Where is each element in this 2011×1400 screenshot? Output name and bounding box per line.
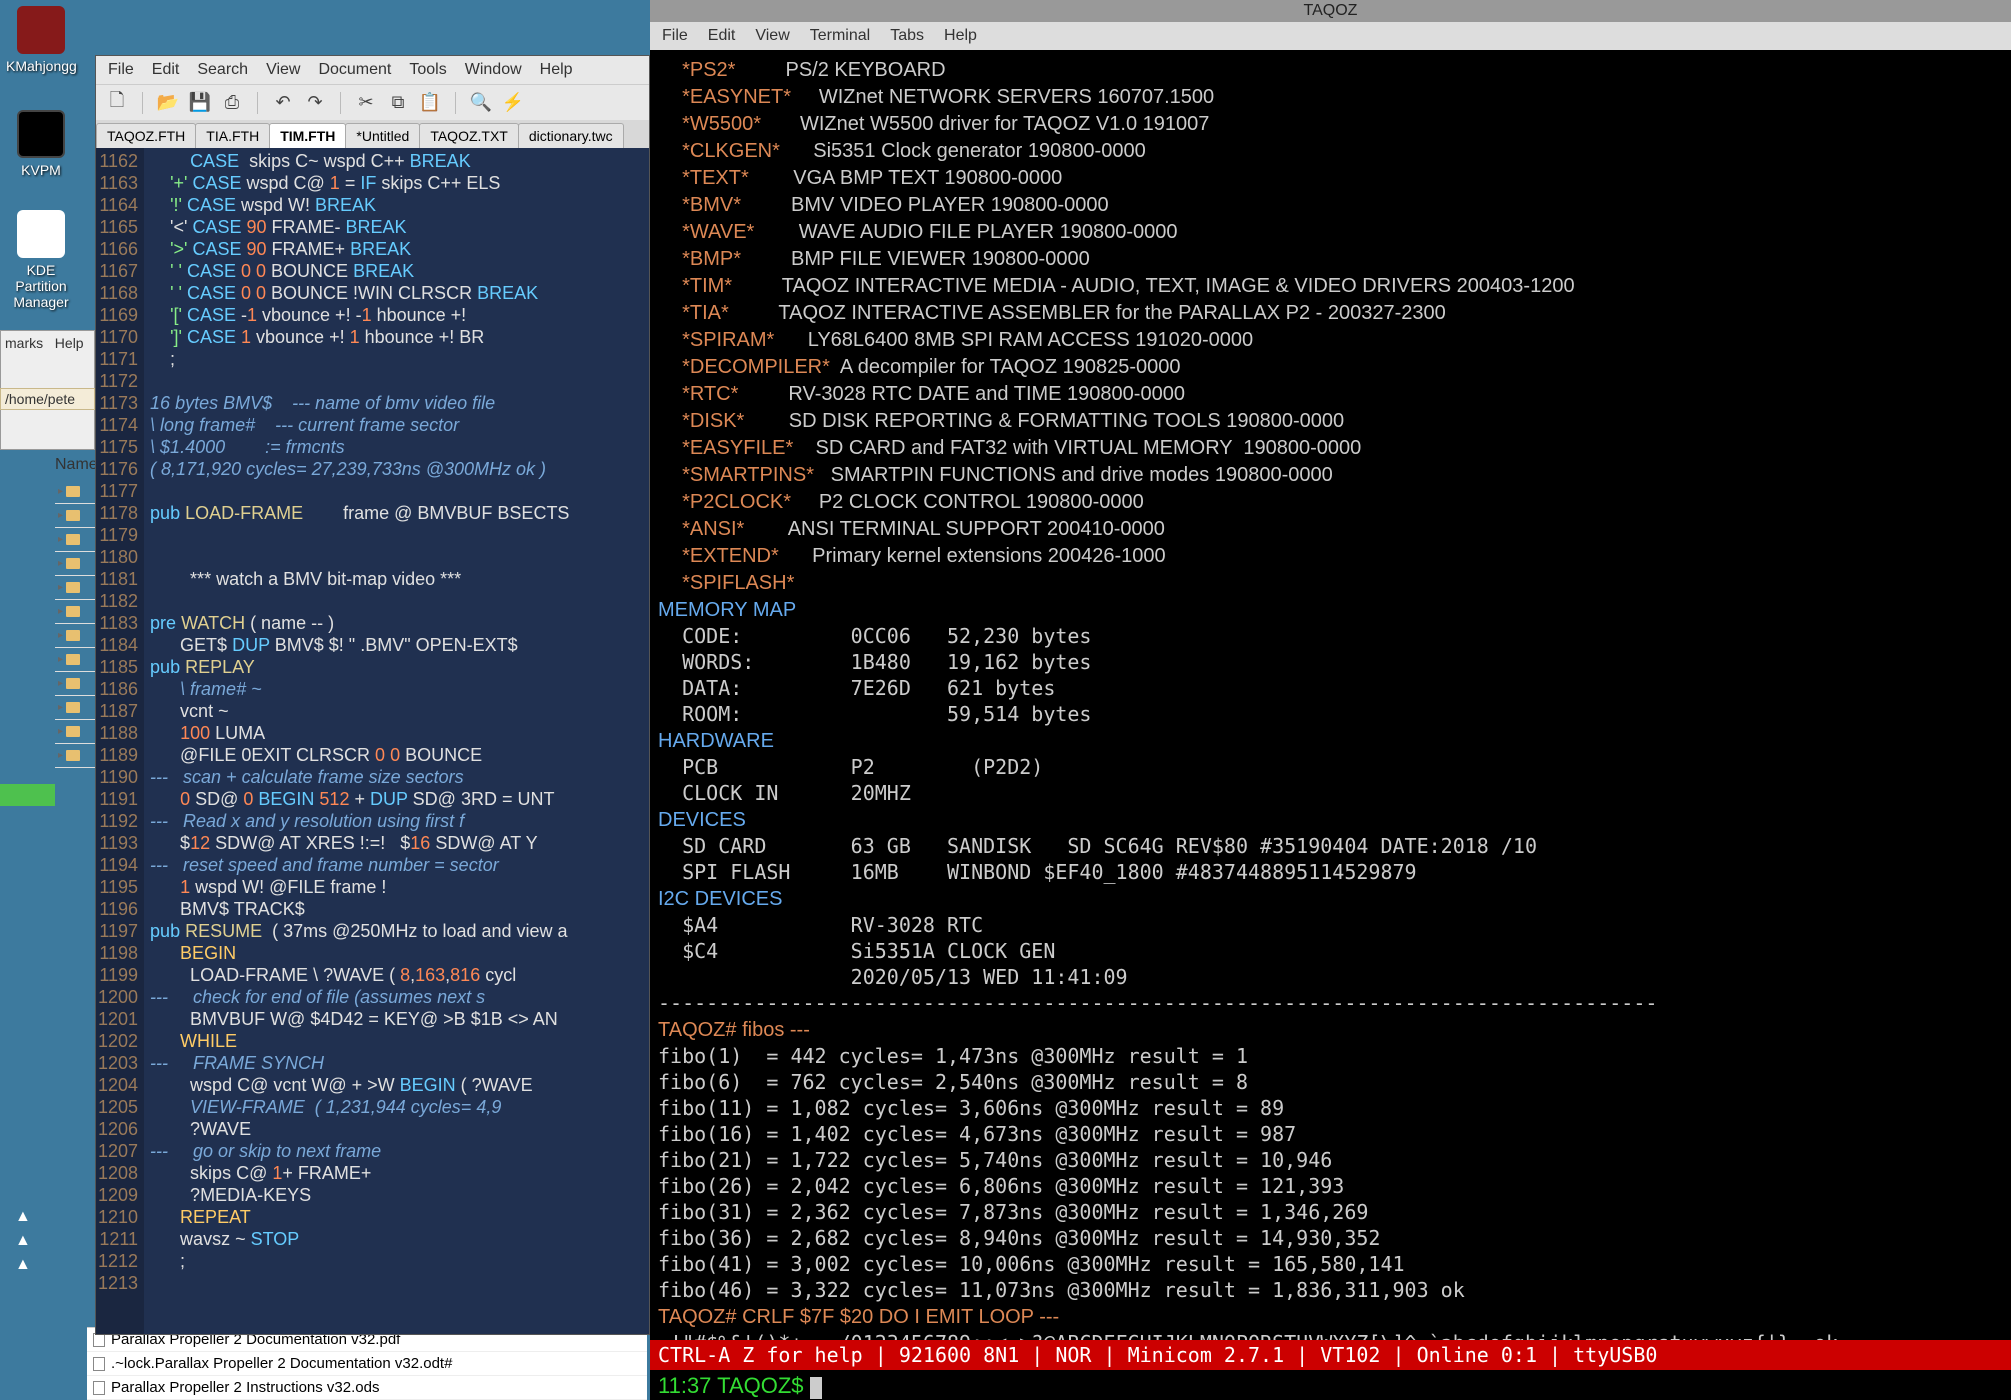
breadcrumb[interactable]: /home/pete	[0, 388, 95, 410]
term-menu-view[interactable]: View	[755, 27, 789, 45]
shell-prompt[interactable]: 11:37 TAQOZ$	[650, 1370, 2011, 1400]
folder-icon	[66, 582, 80, 593]
tab-dictionary[interactable]: dictionary.twc	[518, 123, 624, 148]
tree-row[interactable]: ▸	[55, 600, 95, 624]
file-icon	[93, 1381, 105, 1395]
tab-tim-fth[interactable]: TIM.FTH	[269, 123, 346, 148]
terminal-title: TAQOZ	[650, 0, 2011, 22]
folder-icon	[66, 750, 80, 761]
code-area[interactable]: CASE skips C~ wspd C++ BREAK '+' CASE ws…	[144, 148, 649, 1334]
tree-row[interactable]: ▸	[55, 480, 95, 504]
folder-icon	[66, 654, 80, 665]
term-menu-terminal[interactable]: Terminal	[810, 27, 870, 45]
tree-row[interactable]: ▸	[55, 672, 95, 696]
editor-body[interactable]: 1162 1163 1164 1165 1166 1167 1168 1169 …	[96, 148, 649, 1334]
folder-icon	[66, 630, 80, 641]
copy-icon[interactable]: ⧉	[387, 92, 409, 114]
save-icon[interactable]: 💾	[189, 92, 211, 114]
folder-icon	[66, 486, 80, 497]
menu-tools[interactable]: Tools	[409, 61, 446, 79]
paste-icon[interactable]: 📋	[419, 92, 441, 114]
tree-row[interactable]: ▸	[55, 552, 95, 576]
open-file-icon[interactable]: 📂	[157, 92, 179, 114]
editor-tabs: TAQOZ.FTH TIA.FTH TIM.FTH *Untitled TAQO…	[96, 120, 649, 148]
folder-icon	[66, 702, 80, 713]
undo-icon[interactable]: ↶	[272, 92, 294, 114]
line-gutter: 1162 1163 1164 1165 1166 1167 1168 1169 …	[96, 148, 144, 1334]
terminal-menubar: File Edit View Terminal Tabs Help	[650, 22, 2011, 50]
redo-icon[interactable]: ↷	[304, 92, 326, 114]
folder-icon	[66, 606, 80, 617]
terminal-body[interactable]: *PS2* PS/2 KEYBOARD *EASYNET* WIZnet NET…	[650, 50, 2011, 1340]
up-arrow-icon[interactable]: ▲	[15, 1208, 31, 1226]
tree-row[interactable]: ▸	[55, 504, 95, 528]
help-menu[interactable]: Help	[55, 335, 84, 351]
folder-icon	[66, 726, 80, 737]
filemgr-tree[interactable]: ▸ ▸ ▸ ▸ ▸ ▸ ▸ ▸ ▸ ▸ ▸ ▸	[55, 480, 95, 768]
tab-tia-fth[interactable]: TIA.FTH	[195, 123, 270, 148]
tree-row[interactable]: ▸	[55, 576, 95, 600]
term-menu-help[interactable]: Help	[944, 27, 977, 45]
up-arrow-icon[interactable]: ▲	[15, 1232, 31, 1250]
cut-icon[interactable]: ✂	[355, 92, 377, 114]
menu-edit[interactable]: Edit	[152, 61, 180, 79]
tree-row[interactable]: ▸	[55, 648, 95, 672]
replace-icon[interactable]: ⚡	[502, 92, 524, 114]
file-row[interactable]: Parallax Propeller 2 Instructions v32.od…	[87, 1376, 647, 1400]
tab-taqoz-txt[interactable]: TAQOZ.TXT	[419, 123, 519, 148]
tree-row[interactable]: ▸	[55, 624, 95, 648]
new-file-icon[interactable]: 🗋	[106, 92, 128, 114]
terminal-window: TAQOZ File Edit View Terminal Tabs Help …	[650, 0, 2011, 1400]
filemgr-file-list: Parallax Propeller 2 Documentation v32.p…	[87, 1327, 647, 1400]
cursor-icon	[810, 1377, 822, 1399]
desktop-icon-partition[interactable]: KDE Partition Manager	[6, 210, 76, 310]
filemgr-selected-row[interactable]	[0, 784, 55, 806]
tree-row[interactable]: ▸	[55, 528, 95, 552]
folder-icon	[66, 678, 80, 689]
file-icon	[93, 1357, 105, 1371]
editor-menubar: File Edit Search View Document Tools Win…	[96, 56, 649, 84]
bookmarks-menu[interactable]: marks	[5, 335, 43, 351]
menu-document[interactable]: Document	[318, 61, 391, 79]
file-row[interactable]: .~lock.Parallax Propeller 2 Documentatio…	[87, 1352, 647, 1376]
menu-window[interactable]: Window	[465, 61, 522, 79]
tree-row[interactable]: ▸	[55, 720, 95, 744]
name-column-header[interactable]: Name	[55, 456, 98, 474]
partition-icon	[17, 210, 65, 258]
search-icon[interactable]: 🔍	[470, 92, 492, 114]
term-menu-file[interactable]: File	[662, 27, 688, 45]
menu-file[interactable]: File	[108, 61, 134, 79]
term-menu-tabs[interactable]: Tabs	[890, 27, 924, 45]
up-arrow-icon[interactable]: ▲	[15, 1256, 31, 1274]
tab-untitled[interactable]: *Untitled	[345, 123, 420, 148]
folder-icon	[66, 534, 80, 545]
save-all-icon[interactable]: ⎙	[221, 92, 243, 114]
mahjongg-icon	[17, 6, 65, 54]
tab-taqoz-fth[interactable]: TAQOZ.FTH	[96, 123, 196, 148]
folder-icon	[66, 558, 80, 569]
menu-view[interactable]: View	[266, 61, 300, 79]
desktop-icon-kvpm[interactable]: KVPM	[6, 110, 76, 178]
tree-row[interactable]: ▸	[55, 696, 95, 720]
editor-window: File Edit Search View Document Tools Win…	[95, 55, 650, 1335]
menu-help[interactable]: Help	[540, 61, 573, 79]
tree-row[interactable]: ▸	[55, 744, 95, 768]
terminal-status-bar: CTRL-A Z for help | 921600 8N1 | NOR | M…	[650, 1340, 2011, 1370]
folder-icon	[66, 510, 80, 521]
menu-search[interactable]: Search	[197, 61, 248, 79]
term-menu-edit[interactable]: Edit	[708, 27, 736, 45]
desktop-icon-kmahjongg[interactable]: KMahjongg	[6, 6, 76, 74]
filemgr-nav-arrows: ▲ ▲ ▲	[15, 1208, 31, 1274]
kvpm-icon	[17, 110, 65, 158]
editor-toolbar: 🗋 📂 💾 ⎙ ↶ ↷ ✂ ⧉ 📋 🔍 ⚡	[96, 84, 649, 120]
